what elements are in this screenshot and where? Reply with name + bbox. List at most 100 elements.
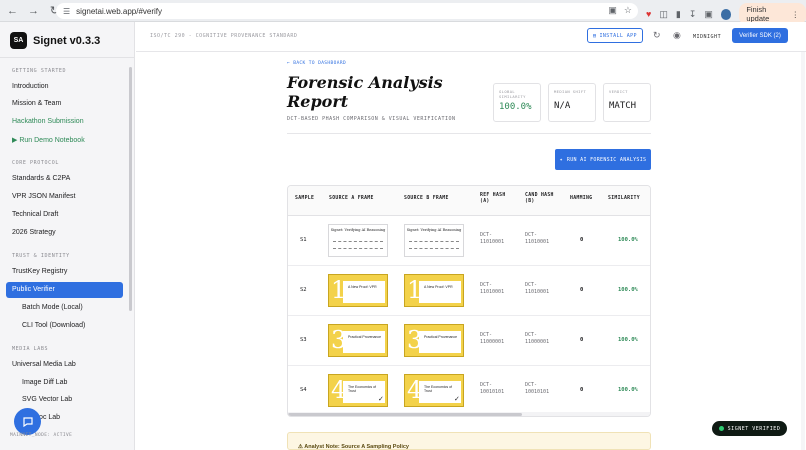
sample-id: S3 [300, 337, 307, 343]
sidebar-item-public-verifier[interactable]: Public Verifier [6, 282, 123, 298]
stat-label: MEDIAN SHIFT [554, 89, 587, 94]
refresh-icon[interactable]: ↻ [653, 30, 661, 41]
sidebar-item-universal[interactable]: Universal Media Lab [12, 361, 76, 368]
stat-median-shift: MEDIAN SHIFT N/A [548, 83, 596, 122]
sidebar: SA Signet v0.3.3 GETTING STARTED Introdu… [0, 22, 135, 450]
install-screen-icon[interactable]: ▣ [608, 5, 617, 16]
sidebar-item-introduction[interactable]: Introduction [12, 83, 49, 90]
page-subtitle: DCT-BASED PHASH COMPARISON & VISUAL VERI… [287, 116, 456, 122]
back-arrow-icon[interactable]: ← [4, 2, 21, 19]
col-source-a: SOURCE A FRAME [329, 196, 374, 201]
sidebar-item-mission[interactable]: Mission & Team [12, 100, 61, 107]
sidebar-item-trustkey[interactable]: TrustKey Registry [12, 268, 67, 275]
run-demo-label: Run Demo Notebook [19, 137, 85, 144]
tab-split-icon[interactable]: ▮ [676, 9, 681, 20]
bookmark-star-icon[interactable]: ☆ [624, 5, 632, 16]
sidebar-item-hackathon[interactable]: Hackathon Submission [12, 118, 84, 125]
col-hamming: HAMMING [570, 196, 593, 201]
top-bar: ISO/TC 290 - COGNITIVE PROVENANCE STANDA… [136, 22, 806, 52]
col-similarity: SIMILARITY [608, 196, 640, 201]
thumb-title: A New Proof: VPR [348, 285, 377, 289]
github-icon[interactable]: ◉ [673, 30, 681, 41]
source-a-thumbnail[interactable]: 4 The Economics of Trust ✓ [328, 374, 388, 407]
ref-hash: DCT-11000001 [480, 332, 505, 345]
table-horizontal-scrollbar[interactable] [288, 412, 650, 416]
source-b-thumbnail[interactable]: 1 A New Proof: VPR [404, 274, 464, 307]
extension-icon[interactable]: ♥ [646, 9, 651, 19]
col-cand-hash: CAND HASH (B) [525, 193, 554, 204]
table-header: SAMPLE SOURCE A FRAME SOURCE B FRAME REF… [288, 186, 650, 216]
source-a-thumbnail[interactable]: Signet: Verifying AI Reasoning [328, 224, 388, 257]
chat-button[interactable] [14, 408, 41, 435]
cand-hash: DCT-10010101 [525, 382, 550, 395]
thumb-title: Signet: Verifying AI Reasoning [406, 228, 462, 232]
sidebar-item-svg-vector[interactable]: SVG Vector Lab [22, 396, 72, 403]
source-b-thumbnail[interactable]: 4 The Economics of Trust ✓ [404, 374, 464, 407]
main-scrollbar[interactable] [801, 52, 805, 450]
thumb-diagram [333, 241, 383, 249]
forward-arrow-icon[interactable]: → [25, 2, 42, 19]
sidebar-item-vpr[interactable]: VPR JSON Manifest [12, 193, 75, 200]
source-b-thumbnail[interactable]: 3 Practical Provenance [404, 324, 464, 357]
sidebar-item-cli[interactable]: CLI Tool (Download) [22, 322, 85, 329]
cast-icon[interactable]: ▣ [704, 9, 713, 20]
install-app-button[interactable]: ▤ INSTALL APP [587, 28, 643, 43]
page-title: Forensic Analysis Report [287, 73, 443, 111]
address-bar[interactable]: ☰ signetai.web.app/#verify ▣ ☆ [56, 3, 638, 19]
stat-value: MATCH [609, 101, 637, 111]
thumb-title: Practical Provenance [424, 335, 458, 339]
sample-id: S1 [300, 237, 307, 243]
stat-value: 100.0% [499, 102, 532, 112]
section-core-protocol: CORE PROTOCOL [12, 160, 59, 166]
table-row[interactable]: S1 Signet: Verifying AI Reasoning Signet… [288, 216, 650, 266]
table-row[interactable]: S4 4 The Economics of Trust ✓ 4 The Econ… [288, 366, 650, 416]
signet-verified-badge[interactable]: SIGNET VERIFIED [712, 421, 787, 436]
sidebar-item-image-diff[interactable]: Image Diff Lab [22, 379, 67, 386]
sidebar-item-run-demo[interactable]: ▶ Run Demo Notebook [12, 136, 85, 144]
stat-label: GLOBAL SIMILARITY [499, 89, 526, 99]
section-getting-started: GETTING STARTED [12, 68, 67, 74]
cand-hash: DCT-11010001 [525, 282, 550, 295]
url-text: signetai.web.app/#verify [76, 6, 162, 16]
theme-toggle[interactable]: MIDNIGHT [693, 34, 721, 40]
stat-verdict: VERDICT MATCH [603, 83, 651, 122]
hamming-distance: 0 [580, 387, 584, 393]
similarity-value: 100.0% [618, 287, 638, 293]
stat-global-similarity: GLOBAL SIMILARITY 100.0% [493, 83, 541, 122]
comparison-table: SAMPLE SOURCE A FRAME SOURCE B FRAME REF… [287, 185, 651, 417]
brand[interactable]: SA Signet v0.3.3 [10, 32, 100, 49]
sidebar-scrollbar[interactable] [129, 67, 132, 311]
table-row[interactable]: S2 1 A New Proof: VPR 1 A New Proof: VPR… [288, 266, 650, 316]
back-to-dashboard-link[interactable]: ← BACK TO DASHBOARD [287, 61, 346, 66]
extensions-puzzle-icon[interactable]: ◫ [659, 9, 668, 20]
thumb-diagram [409, 241, 459, 249]
scrollbar-thumb[interactable] [288, 413, 522, 416]
sidebar-item-strategy[interactable]: 2026 Strategy [12, 229, 56, 236]
node-status: MAINNET_NODE: ACTIVE [10, 433, 73, 438]
ref-hash: DCT-10010101 [480, 382, 505, 395]
thumb-title: The Economics of Trust [424, 385, 453, 393]
site-settings-icon[interactable]: ☰ [63, 7, 70, 16]
run-ai-label: RUN AI FORENSIC ANALYSIS [566, 156, 647, 163]
download-icon[interactable]: ↧ [689, 9, 697, 20]
source-a-thumbnail[interactable]: 1 A New Proof: VPR [328, 274, 388, 307]
profile-avatar[interactable] [720, 8, 732, 20]
ref-hash: DCT-11010001 [480, 232, 505, 245]
finish-update-label: Finish update [746, 5, 770, 23]
run-ai-forensic-button[interactable]: ✦ RUN AI FORENSIC ANALYSIS [555, 149, 651, 170]
sidebar-item-technical[interactable]: Technical Draft [12, 211, 58, 218]
thumb-title: Practical Provenance [348, 335, 382, 339]
stat-label: VERDICT [609, 89, 628, 94]
ref-hash: DCT-11010001 [480, 282, 505, 295]
sidebar-item-batch[interactable]: Batch Mode (Local) [22, 304, 83, 311]
source-b-thumbnail[interactable]: Signet: Verifying AI Reasoning [404, 224, 464, 257]
verifier-sdk-button[interactable]: Verifier SDK (2) [732, 28, 788, 43]
table-row[interactable]: S3 3 Practical Provenance 3 Practical Pr… [288, 316, 650, 366]
thumb-title: The Economics of Trust [348, 385, 377, 393]
section-trust-identity: TRUST & IDENTITY [12, 253, 70, 259]
similarity-value: 100.0% [618, 387, 638, 393]
brand-name: Signet v0.3.3 [33, 34, 101, 47]
divider [0, 57, 134, 58]
sidebar-item-standards[interactable]: Standards & C2PA [12, 175, 70, 182]
source-a-thumbnail[interactable]: 3 Practical Provenance [328, 324, 388, 357]
